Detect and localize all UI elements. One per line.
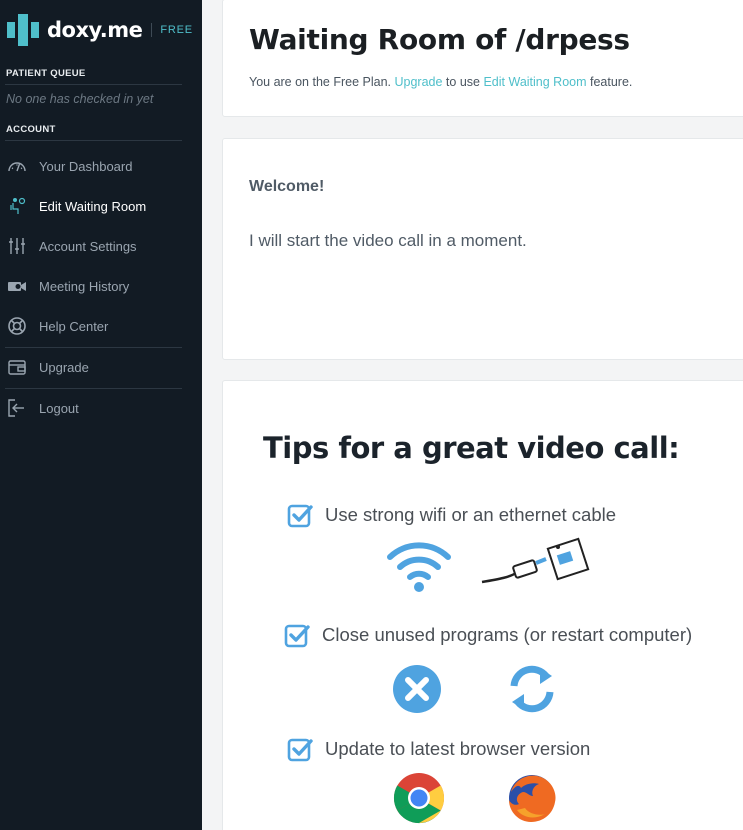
tip-item: Use strong wifi or an ethernet cable (287, 502, 616, 528)
video-camera-icon (7, 276, 27, 296)
tip-text: Update to latest browser version (325, 738, 591, 759)
sidebar: doxy.me FREE PATIENT QUEUE No one has ch… (0, 0, 202, 830)
checkbox-checked-icon (284, 624, 310, 648)
sidebar-item-account-settings[interactable]: Account Settings (0, 229, 190, 263)
tips-title: Tips for a great video call: (263, 431, 680, 465)
sliders-icon (7, 236, 27, 256)
tip-item: Close unused programs (or restart comput… (284, 622, 692, 648)
wallet-icon (7, 357, 27, 377)
brand-name: doxy.me (47, 18, 143, 42)
sidebar-item-label: Account Settings (39, 238, 137, 254)
welcome-card: Welcome! I will start the video call in … (222, 138, 743, 360)
checkbox-checked-icon (287, 738, 313, 762)
sidebar-item-label: Help Center (39, 318, 109, 334)
divider (5, 140, 182, 141)
tip-text: Use strong wifi or an ethernet cable (325, 504, 617, 525)
checkbox-checked-icon (287, 504, 313, 528)
welcome-heading: Welcome! (249, 178, 325, 195)
tips-card: Tips for a great video call: Use strong … (222, 380, 743, 830)
sidebar-item-upgrade[interactable]: Upgrade (0, 350, 190, 384)
upgrade-link[interactable]: Upgrade (394, 75, 442, 89)
divider (5, 388, 182, 389)
close-circle-icon (393, 665, 441, 713)
plan-note-text: feature. (590, 75, 633, 89)
account-heading: ACCOUNT (6, 124, 56, 135)
firefox-icon (509, 775, 556, 822)
plan-note-text: You are on the Free Plan. (249, 75, 391, 89)
waiting-room-icon (7, 196, 27, 216)
plan-note-text: to use (445, 75, 480, 89)
tip-text: Close unused programs (or restart comput… (322, 624, 693, 645)
edit-waiting-room-link[interactable]: Edit Waiting Room (483, 75, 586, 89)
logout-icon (7, 398, 27, 418)
sidebar-item-help-center[interactable]: Help Center (0, 309, 190, 343)
queue-empty-text: No one has checked in yet (6, 92, 154, 106)
sidebar-item-logout[interactable]: Logout (0, 391, 190, 425)
sidebar-item-label: Logout (39, 400, 79, 416)
sidebar-item-label: Meeting History (39, 278, 130, 294)
refresh-icon (510, 665, 554, 713)
speedometer-icon (7, 156, 27, 176)
plan-note: You are on the Free Plan. Upgrade to use… (249, 75, 632, 89)
sidebar-item-meeting-history[interactable]: Meeting History (0, 269, 190, 303)
welcome-message: I will start the video call in a moment. (249, 231, 527, 250)
header-card: Waiting Room of /drpess You are on the F… (222, 0, 743, 117)
brand-divider (151, 23, 153, 37)
plan-badge: FREE (160, 24, 193, 36)
divider (5, 347, 182, 348)
divider (5, 84, 182, 85)
chrome-icon (393, 773, 445, 824)
patient-queue-heading: PATIENT QUEUE (6, 68, 86, 79)
page-title: Waiting Room of /drpess (249, 23, 630, 56)
lifebuoy-icon (7, 316, 27, 336)
doxy-logo-icon (7, 14, 39, 46)
sidebar-item-label: Edit Waiting Room (39, 198, 147, 214)
sidebar-item-dashboard[interactable]: Your Dashboard (0, 149, 190, 183)
brand[interactable]: doxy.me FREE (5, 12, 193, 48)
wifi-icon (387, 542, 451, 592)
sidebar-item-label: Your Dashboard (39, 158, 133, 174)
tip-item: Update to latest browser version (287, 736, 590, 762)
sidebar-item-label: Upgrade (39, 359, 89, 375)
sidebar-item-edit-waiting-room[interactable]: Edit Waiting Room (0, 189, 190, 223)
ethernet-cable-icon (481, 537, 590, 584)
